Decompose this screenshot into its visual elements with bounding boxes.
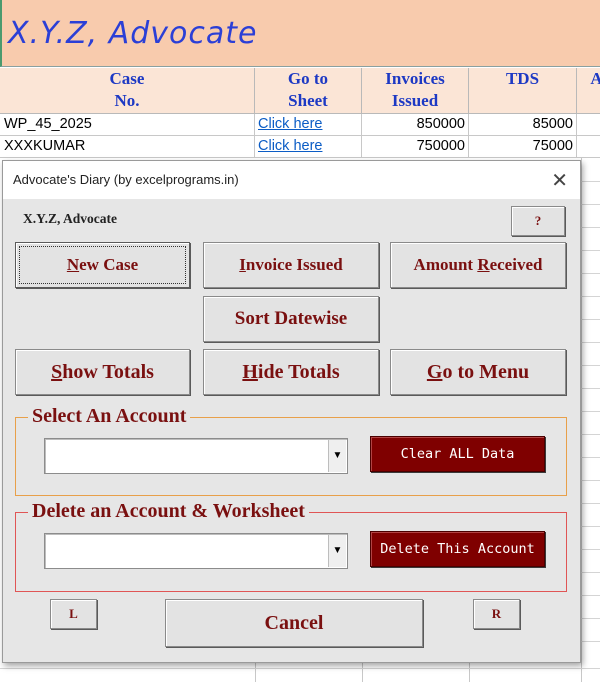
show-totals-label: how Totals	[62, 361, 154, 383]
cell-link-2[interactable]: Click here	[255, 136, 362, 158]
show-totals-accel: S	[51, 361, 63, 383]
go-to-menu-button[interactable]: Go to Menu	[390, 349, 566, 395]
advocates-diary-dialog: Advocate's Diary (by excelprograms.in) ✕…	[2, 160, 581, 663]
owner-label: X.Y.Z, Advocate	[23, 211, 118, 226]
header-case-no[interactable]: Case No.	[0, 68, 255, 114]
go-to-menu-label: o to Menu	[442, 361, 530, 383]
select-account-legend: Select An Account	[28, 405, 191, 428]
right-button[interactable]: R	[473, 599, 520, 629]
hide-totals-button[interactable]: Hide Totals	[203, 349, 379, 395]
dialog-titlebar[interactable]: Advocate's Diary (by excelprograms.in) ✕	[3, 161, 580, 199]
help-button[interactable]: ?	[511, 206, 565, 236]
invoice-issued-label: nvoice Issued	[245, 255, 343, 274]
grid-line	[581, 457, 600, 458]
dialog-title: Advocate's Diary (by excelprograms.in)	[13, 172, 239, 187]
grid-line	[581, 365, 600, 366]
grid-line	[581, 319, 600, 320]
cell-link-1[interactable]: Click here	[255, 114, 362, 136]
cancel-button[interactable]: Cancel	[165, 599, 423, 647]
header-go-to-sheet[interactable]: Go to Sheet	[255, 68, 362, 114]
grid-line	[0, 668, 600, 669]
cell-extra-1[interactable]	[577, 114, 600, 136]
chevron-down-icon[interactable]: ▼	[328, 535, 346, 567]
grid-line	[581, 434, 600, 435]
sort-datewise-button[interactable]: Sort Datewise	[203, 296, 379, 342]
grid-line	[581, 572, 600, 573]
cell-invoice-2[interactable]: 750000	[362, 136, 469, 158]
cell-tds-2[interactable]: 75000	[469, 136, 577, 158]
left-button[interactable]: L	[50, 599, 97, 629]
grid-line	[581, 158, 582, 682]
grid-line	[581, 227, 600, 228]
amount-received-label-post: eceived	[489, 255, 543, 274]
grid-line	[581, 618, 600, 619]
header-invoices-issued[interactable]: Invoices Issued	[362, 68, 469, 114]
cell-case-2[interactable]: XXXKUMAR	[0, 136, 255, 158]
header-tds[interactable]: TDS	[469, 68, 577, 114]
cell-case-1[interactable]: WP_45_2025	[0, 114, 255, 136]
amount-received-label-pre: Amount	[413, 255, 478, 274]
go-to-menu-accel: G	[426, 361, 443, 383]
cell-extra-2[interactable]	[577, 136, 600, 158]
grid-line	[581, 503, 600, 504]
invoice-issued-button[interactable]: Invoice Issued	[203, 242, 379, 288]
delete-account-frame: Delete an Account & Worksheet ▼ Delete T…	[15, 500, 567, 592]
sheet-title: X.Y.Z, Advocate	[8, 16, 258, 51]
grid-line	[581, 526, 600, 527]
new-case-accel: N	[66, 255, 80, 274]
grid-line	[581, 204, 600, 205]
header-goto-line1: Go to	[287, 69, 329, 88]
cell-tds-1[interactable]: 85000	[469, 114, 577, 136]
header-case-line1: Case	[109, 69, 145, 88]
delete-this-account-button[interactable]: Delete This Account	[370, 531, 545, 567]
header-goto-line2: Sheet	[288, 91, 328, 110]
chevron-down-icon[interactable]: ▼	[328, 440, 346, 472]
delete-account-legend: Delete an Account & Worksheet	[28, 500, 309, 523]
clear-all-data-button[interactable]: Clear ALL Data	[370, 436, 545, 472]
grid-line	[581, 273, 600, 274]
close-icon[interactable]: ✕	[551, 168, 568, 193]
delete-account-combo[interactable]: ▼	[44, 533, 348, 569]
header-invoices-line1: Invoices	[385, 69, 445, 88]
grid-line	[581, 388, 600, 389]
header-invoices-line2: Issued	[391, 91, 439, 110]
invoice-issued-accel: I	[239, 255, 246, 274]
amount-received-accel: R	[477, 255, 490, 274]
grid-line	[581, 342, 600, 343]
show-totals-button[interactable]: Show Totals	[15, 349, 190, 395]
hide-totals-accel: H	[242, 361, 258, 383]
amount-received-button[interactable]: Amount Received	[390, 242, 566, 288]
grid-line	[581, 549, 600, 550]
grid-line	[581, 595, 600, 596]
grid-line	[362, 663, 363, 682]
sheet-title-band: X.Y.Z, Advocate	[0, 0, 600, 67]
new-case-label: ew Case	[79, 255, 139, 274]
header-case-line2: No.	[114, 91, 140, 110]
new-case-button[interactable]: New Case	[15, 242, 190, 288]
hide-totals-label: ide Totals	[257, 361, 340, 383]
cell-invoice-1[interactable]: 850000	[362, 114, 469, 136]
grid-line	[581, 411, 600, 412]
grid-line	[581, 181, 600, 182]
header-cut-line1: A	[590, 69, 600, 88]
grid-line	[469, 663, 470, 682]
header-cut-off[interactable]: A	[577, 68, 600, 114]
go-to-sheet-link[interactable]: Click here	[258, 116, 322, 132]
grid-line	[255, 663, 256, 682]
grid-line	[581, 296, 600, 297]
grid-line	[581, 480, 600, 481]
go-to-sheet-link[interactable]: Click here	[258, 138, 322, 154]
select-account-combo[interactable]: ▼	[44, 438, 348, 474]
grid-line	[581, 250, 600, 251]
grid-line	[581, 641, 600, 642]
select-account-frame: Select An Account ▼ Clear ALL Data	[15, 405, 567, 496]
header-tds-line1: TDS	[505, 69, 540, 88]
